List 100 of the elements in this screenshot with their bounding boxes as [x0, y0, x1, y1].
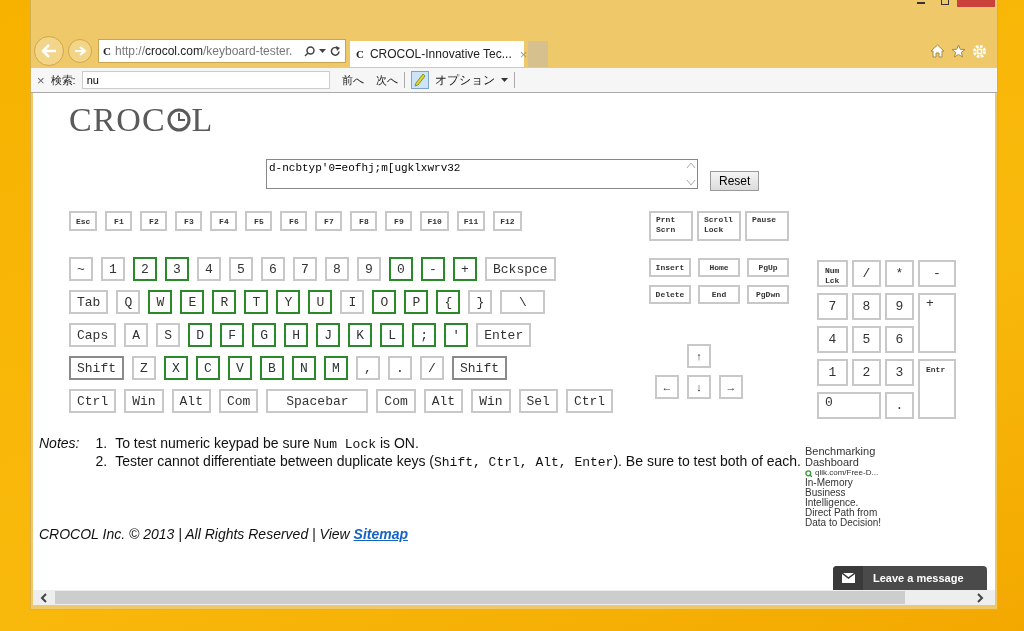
star-icon[interactable]	[951, 44, 966, 58]
key: Caps	[69, 323, 117, 347]
key: B	[260, 356, 284, 380]
key: V	[228, 356, 252, 380]
key: End	[698, 285, 740, 304]
key: 3	[165, 257, 189, 281]
horizontal-scrollbar[interactable]	[33, 590, 995, 605]
key: Com	[218, 389, 259, 413]
caret-icon	[500, 78, 508, 82]
numpad-key: 6	[885, 326, 914, 353]
numpad-key: 2	[852, 359, 881, 386]
refresh-icon[interactable]	[330, 45, 341, 57]
key: A	[124, 323, 149, 347]
ad-text: In-Memory Business Intelligence. Direct Path from Data to Decision!	[805, 478, 883, 528]
highlight-button[interactable]	[410, 71, 429, 89]
key: ;	[412, 323, 437, 347]
key: W	[148, 290, 173, 314]
ad-title[interactable]: Benchmarking Dashboard	[805, 446, 885, 468]
arrow-key: ←	[655, 375, 679, 399]
key: H	[284, 323, 309, 347]
key: 2	[133, 257, 157, 281]
key: L	[380, 323, 405, 347]
logo: CROC L	[69, 103, 215, 137]
key: U	[308, 290, 333, 314]
key: J	[316, 323, 341, 347]
key: 9	[357, 257, 381, 281]
key: G	[252, 323, 277, 347]
key: X	[164, 356, 188, 380]
minimize-icon[interactable]	[917, 0, 925, 4]
function-key: F11	[456, 211, 486, 231]
function-key: F8	[350, 211, 378, 231]
clock-icon	[166, 107, 191, 133]
key: N	[292, 356, 316, 380]
function-key: F3	[175, 211, 203, 231]
key: .	[388, 356, 412, 380]
ad-source[interactable]: qlik.com/Free-D...	[815, 468, 879, 478]
search-icon[interactable]	[304, 45, 315, 57]
note-number: 1.	[95, 435, 108, 452]
favicon: C	[103, 45, 111, 57]
function-key: F12	[493, 211, 522, 231]
maximize-icon[interactable]	[941, 0, 949, 5]
close-find-button[interactable]: ×	[37, 72, 45, 88]
function-key: F2	[140, 211, 168, 231]
scroll-left-icon[interactable]	[39, 592, 49, 603]
footer-text: CROCOL Inc. © 2013 | All Rights Reserved | View	[39, 526, 350, 542]
key: Y	[276, 290, 301, 314]
function-key: Esc	[69, 211, 98, 231]
key: Enter	[476, 323, 532, 347]
key: Ctrl	[69, 389, 117, 413]
key: Shift	[69, 356, 124, 380]
key: C	[196, 356, 220, 380]
key: 1	[101, 257, 125, 281]
find-field[interactable]: nu	[81, 71, 330, 89]
function-key: F4	[210, 211, 238, 231]
key: I	[340, 290, 365, 314]
chat-button[interactable]: Leave a message	[833, 566, 987, 590]
key: Insert	[649, 258, 691, 277]
numpad-key: 8	[852, 293, 881, 320]
key: K	[348, 323, 373, 347]
find-label: 検索:	[50, 72, 76, 88]
home-icon[interactable]	[930, 44, 945, 58]
options-menu[interactable]: オプション	[434, 71, 508, 89]
back-button[interactable]	[34, 36, 64, 66]
key: D	[188, 323, 213, 347]
key: Delete	[649, 285, 691, 304]
key: Sel	[518, 389, 558, 413]
next-link[interactable]: 次へ	[375, 72, 398, 88]
favicon: C	[356, 48, 364, 60]
sitemap-link[interactable]: Sitemap	[353, 526, 409, 542]
numpad-key: 3	[885, 359, 914, 386]
key: 8	[325, 257, 349, 281]
key: 4	[197, 257, 221, 281]
key: E	[180, 290, 205, 314]
key: 0	[389, 257, 413, 281]
scroll-right-icon[interactable]	[975, 592, 985, 603]
key: Win	[471, 389, 511, 413]
key: Alt	[171, 389, 211, 413]
function-key: F7	[315, 211, 343, 231]
key: Ctrl	[565, 389, 614, 413]
previous-link[interactable]: 前へ	[341, 72, 364, 88]
key: Com	[376, 389, 416, 413]
reset-button[interactable]: Reset	[710, 171, 760, 191]
key: 6	[261, 257, 285, 281]
address-bar[interactable]: C http://crocol.com/keyboard-tester.	[98, 39, 346, 63]
tab-title: CROCOL-Innovative Tec...	[369, 47, 512, 61]
numpad-key: 1	[817, 359, 848, 386]
settings-icon[interactable]	[972, 43, 987, 59]
numpad-key: 9	[885, 293, 914, 320]
forward-button[interactable]	[68, 39, 92, 63]
numpad-key: -	[918, 260, 956, 287]
notes-label: Notes:	[39, 435, 80, 453]
dropdown-icon[interactable]	[319, 49, 326, 53]
key: /	[420, 356, 444, 380]
numpad-key: Entr	[918, 359, 956, 419]
key: ,	[356, 356, 380, 380]
text-area[interactable]: d-ncbtyp'0=eofhj;m[ugklxwrv32	[266, 159, 698, 189]
numpad-key: *	[885, 260, 914, 287]
key: }	[468, 290, 493, 314]
key: Tab	[69, 290, 109, 314]
envelope-icon	[841, 573, 855, 583]
